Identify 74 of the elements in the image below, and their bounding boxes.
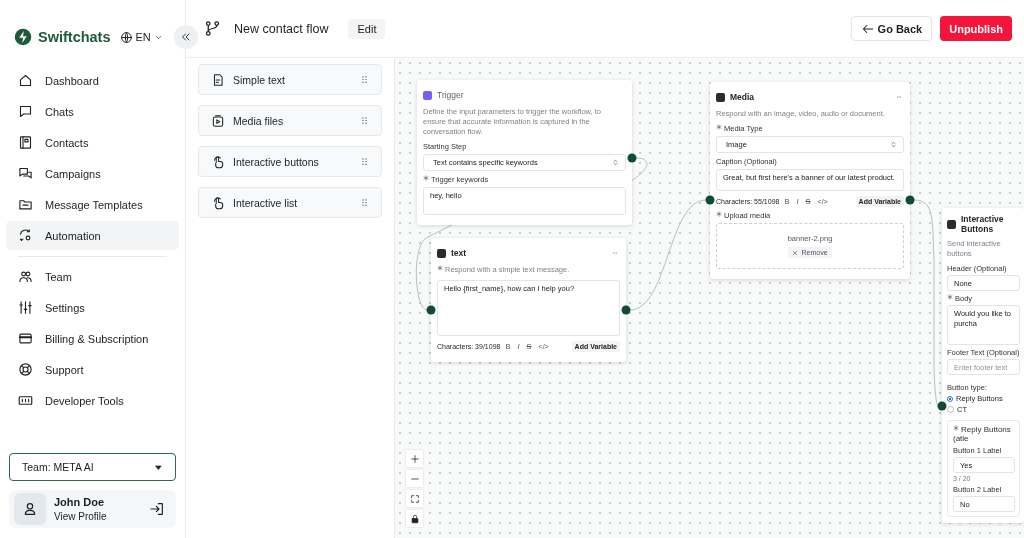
lock-button[interactable] — [406, 510, 423, 527]
flow-node-card[interactable] — [942, 208, 1024, 524]
nav-item[interactable]: Contacts — [6, 128, 179, 157]
fit-view-button[interactable] — [406, 490, 423, 507]
node-title: Media — [730, 92, 756, 102]
text-block-icon — [437, 248, 446, 258]
updown-chevron-icon — [890, 140, 897, 150]
document-icon — [211, 72, 225, 87]
double-chevron-left-icon — [180, 31, 192, 43]
media-block-icon — [716, 92, 725, 102]
credit-card-icon — [18, 331, 33, 346]
globe-icon — [119, 30, 133, 44]
nav-item[interactable]: Settings — [6, 293, 179, 322]
port-handle[interactable] — [905, 195, 915, 205]
edit-button[interactable]: Edit — [348, 18, 386, 39]
trigger-icon — [423, 90, 432, 100]
nav-item[interactable]: Campaigns — [6, 159, 179, 188]
nav-item[interactable]: Automation — [6, 221, 179, 250]
house-icon — [18, 73, 33, 88]
nav-item[interactable]: Billing & Subscription — [6, 324, 179, 353]
flow-node-card[interactable] — [710, 82, 910, 280]
chat-bubbles-icon — [18, 166, 33, 181]
video-file-icon — [211, 113, 225, 128]
sliders-icon — [18, 300, 33, 315]
folder-icon — [18, 197, 33, 212]
port-handle[interactable] — [937, 401, 947, 411]
flow-node-card[interactable] — [417, 80, 632, 226]
bolt-logo-icon — [14, 28, 32, 46]
close-icon — [792, 249, 799, 256]
buttons-block-icon — [947, 219, 956, 229]
radio-button[interactable] — [947, 395, 953, 402]
book-icon — [18, 135, 33, 150]
node-title: Trigger — [437, 90, 465, 100]
palette-block[interactable]: Interactive buttons — [198, 146, 382, 177]
node-title: Interactive Buttons — [961, 214, 1005, 234]
plus-icon — [409, 453, 420, 464]
gear-cycle-icon — [18, 228, 33, 243]
team-select[interactable]: Team: META AI — [9, 453, 176, 481]
code-box-icon — [18, 393, 33, 408]
logout-icon — [149, 501, 165, 517]
lock-icon — [409, 513, 420, 524]
collapse-button[interactable] — [174, 25, 198, 49]
tap-hand-icon — [211, 195, 225, 210]
lifebuoy-icon — [18, 362, 33, 377]
unpublish-button[interactable]: Unpublish — [940, 16, 1012, 41]
people-icon — [18, 269, 33, 284]
updown-chevron-icon — [612, 158, 619, 168]
view-profile-link[interactable]: View Profile — [54, 511, 141, 522]
nav-item[interactable]: Message Templates — [6, 190, 179, 219]
user-icon — [22, 501, 38, 517]
language-select[interactable]: EN — [119, 30, 163, 44]
go-back-button[interactable]: Go Back — [850, 16, 933, 41]
field-label: Reply Buttons (atle — [953, 425, 1011, 444]
brand-name: Swiftchats — [38, 29, 111, 45]
tap-hand-icon — [211, 154, 225, 169]
port-handle[interactable] — [621, 305, 631, 315]
flow-title: New contact flow — [234, 21, 329, 36]
port-handle[interactable] — [705, 195, 715, 205]
port-handle[interactable] — [426, 305, 436, 315]
nav-item[interactable]: Developer Tools — [6, 386, 179, 415]
palette-block[interactable]: Simple text — [198, 64, 382, 95]
user-name: John Doe — [54, 496, 106, 508]
nav-item[interactable]: Team — [6, 262, 179, 291]
flow-branch-icon — [203, 20, 221, 37]
node-title: text — [451, 248, 468, 258]
palette-block[interactable]: Interactive list — [198, 187, 382, 218]
palette-block[interactable]: Media files — [198, 105, 382, 136]
nav-item[interactable]: Dashboard — [6, 66, 179, 95]
chat-bubble-icon — [18, 104, 33, 119]
nav-item[interactable]: Chats — [6, 97, 179, 126]
nav-item[interactable]: Support — [6, 355, 179, 384]
caret-down-icon — [154, 462, 163, 472]
port-handle[interactable] — [627, 153, 637, 163]
fit-view-icon — [409, 493, 420, 504]
